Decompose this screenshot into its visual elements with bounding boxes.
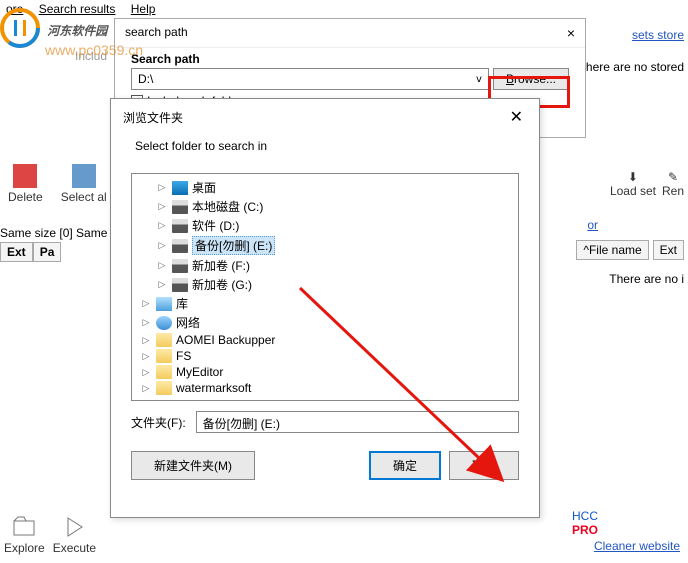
tree-item[interactable]: ▷ 网络 xyxy=(132,313,518,332)
delete-button[interactable]: Delete xyxy=(0,160,51,208)
tree-item[interactable]: ▷ MyEditor xyxy=(132,364,518,380)
tree-item[interactable]: ▷ 软件 (D:) xyxy=(132,216,518,235)
tree-item-label: MyEditor xyxy=(176,365,223,379)
or-link[interactable]: or xyxy=(587,218,598,232)
cancel-button[interactable]: 取消 xyxy=(449,451,519,480)
close-icon[interactable]: × xyxy=(567,25,575,41)
right-toolbar: ⬇Load set ✎Ren xyxy=(610,170,684,198)
drive-icon xyxy=(172,239,188,253)
no-items-text: There are no i xyxy=(609,272,684,286)
tree-item[interactable]: ▷ watermarksoft xyxy=(132,380,518,396)
tree-item-label: 备份[勿删] (E:) xyxy=(192,236,275,255)
column-header[interactable]: Ext xyxy=(653,240,684,260)
bottom-toolbar: Explore Execute xyxy=(4,515,96,555)
expand-icon[interactable]: ▷ xyxy=(156,240,168,251)
expand-icon[interactable]: ▷ xyxy=(140,351,152,362)
folder-field-label: 文件夹(F): xyxy=(131,414,186,431)
folder-icon xyxy=(156,381,172,395)
explore-button[interactable]: Explore xyxy=(4,515,45,555)
folder-input[interactable]: 备份[勿删] (E:) xyxy=(196,411,519,433)
expand-icon[interactable]: ▷ xyxy=(156,201,168,212)
expand-icon[interactable]: ▷ xyxy=(156,260,168,271)
column-header[interactable]: Ext xyxy=(0,242,33,262)
tree-item-label: 软件 (D:) xyxy=(192,217,239,234)
browse-button[interactable]: Browse... xyxy=(493,68,569,90)
drive-icon xyxy=(172,259,188,273)
tree-item-label: 新加卷 (G:) xyxy=(192,276,252,293)
search-path-label: Search path xyxy=(131,52,569,66)
drive-icon xyxy=(172,200,188,214)
tree-item[interactable]: ▷ 桌面 xyxy=(132,178,518,197)
expand-icon[interactable]: ▷ xyxy=(140,367,152,378)
tree-item-label: 网络 xyxy=(176,314,200,331)
tree-item-label: 桌面 xyxy=(192,179,216,196)
cleaner-website-link[interactable]: Cleaner website xyxy=(594,539,680,553)
expand-icon[interactable]: ▷ xyxy=(140,335,152,346)
folder-icon xyxy=(156,333,172,347)
column-header[interactable]: Pa xyxy=(33,242,62,262)
column-header[interactable]: ^File name xyxy=(576,240,648,260)
tree-item[interactable]: ▷ 本地磁盘 (C:) xyxy=(132,197,518,216)
no-stored-text: There are no stored xyxy=(579,60,684,74)
new-folder-button[interactable]: 新建文件夹(M) xyxy=(131,451,255,480)
tree-item[interactable]: ▷ 新加卷 (G:) xyxy=(132,275,518,294)
drive-icon xyxy=(172,278,188,292)
tree-item-label: 新加卷 (F:) xyxy=(192,257,250,274)
left-columns: Ext Pa xyxy=(0,242,61,262)
dialog-instruction: Select folder to search in xyxy=(111,135,539,165)
tree-item-label: FS xyxy=(176,349,191,363)
tree-item-label: 本地磁盘 (C:) xyxy=(192,198,263,215)
sets-store-link[interactable]: sets store xyxy=(632,28,684,42)
rename-button[interactable]: ✎Ren xyxy=(662,170,684,198)
main-toolbar: Delete Select al xyxy=(0,160,115,208)
pro-badge: HCCPRO xyxy=(572,509,598,537)
tree-item[interactable]: ▷ 新加卷 (F:) xyxy=(132,256,518,275)
browse-folder-dialog: 浏览文件夹 ✕ Select folder to search in ▷ 桌面 ▷ 本… xyxy=(110,98,540,518)
watermark-logo: 河东软件园 www.pc0359.cn xyxy=(0,8,143,58)
expand-icon[interactable]: ▷ xyxy=(156,220,168,231)
expand-icon[interactable]: ▷ xyxy=(156,279,168,290)
net-icon xyxy=(156,316,172,330)
lib-icon xyxy=(156,297,172,311)
expand-icon[interactable]: ▷ xyxy=(140,317,152,328)
tree-item[interactable]: ▷ AOMEI Backupper xyxy=(132,332,518,348)
expand-icon[interactable]: ▷ xyxy=(140,383,152,394)
desktop-icon xyxy=(172,181,188,195)
tree-item-label: 库 xyxy=(176,295,188,312)
select-all-button[interactable]: Select al xyxy=(53,160,115,208)
tree-item[interactable]: ▷库 xyxy=(132,294,518,313)
same-size-label: Same size [0] Same xyxy=(0,226,107,240)
execute-button[interactable]: Execute xyxy=(53,515,96,555)
dialog-title: 浏览文件夹 xyxy=(123,109,183,126)
folder-icon xyxy=(156,349,172,363)
tree-item-label: AOMEI Backupper xyxy=(176,333,275,347)
expand-icon[interactable]: ▷ xyxy=(140,298,152,309)
close-icon[interactable]: ✕ xyxy=(506,107,527,127)
tree-item-label: watermarksoft xyxy=(176,381,251,395)
expand-icon[interactable]: ▷ xyxy=(156,182,168,193)
ok-button[interactable]: 确定 xyxy=(369,451,441,480)
search-path-input[interactable]: D:\ ⅴ xyxy=(131,68,489,90)
load-set-button[interactable]: ⬇Load set xyxy=(610,170,656,198)
tree-item[interactable]: ▷ FS xyxy=(132,348,518,364)
folder-icon xyxy=(156,365,172,379)
drive-icon xyxy=(172,219,188,233)
chevron-down-icon[interactable]: ⅴ xyxy=(476,74,482,85)
tree-item[interactable]: ▷ 备份[勿删] (E:) xyxy=(132,235,518,256)
right-columns: ^File name Ext xyxy=(576,240,684,260)
folder-tree[interactable]: ▷ 桌面 ▷ 本地磁盘 (C:) ▷ 软件 (D:) ▷ 备份[勿删] (E:) ▷ 新加卷 (F… xyxy=(131,173,519,401)
